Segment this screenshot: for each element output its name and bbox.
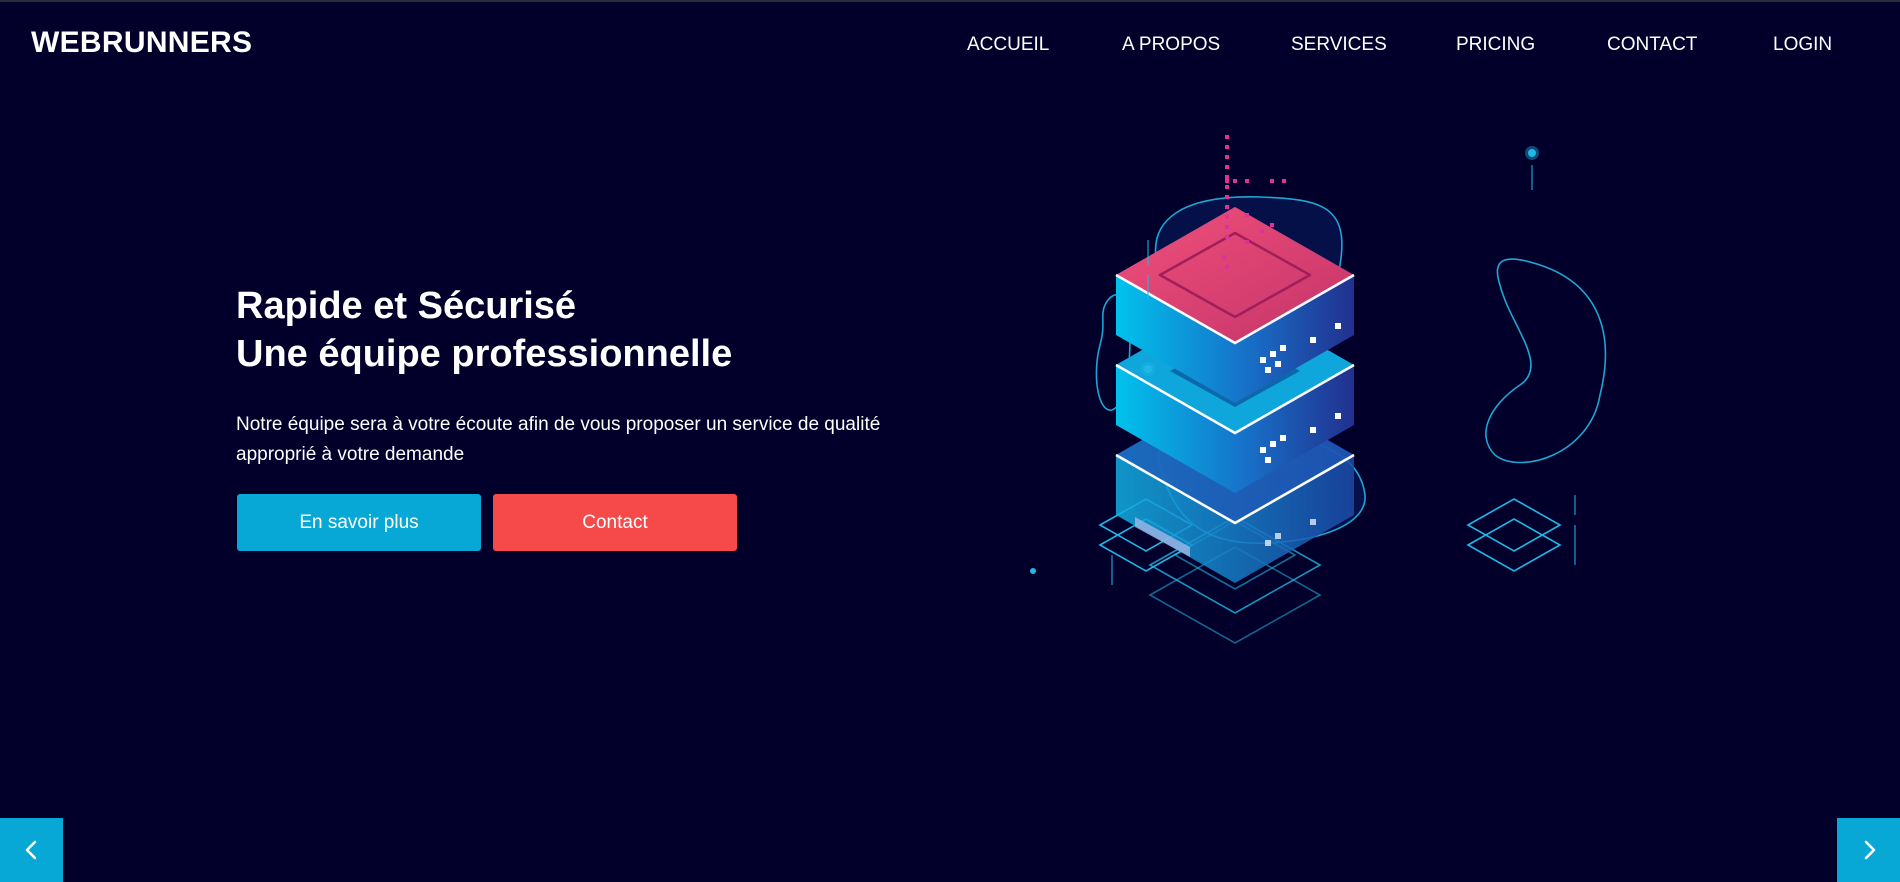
contact-button[interactable]: Contact xyxy=(493,494,737,551)
chevron-right-icon xyxy=(1864,840,1875,860)
learn-more-button[interactable]: En savoir plus xyxy=(237,494,481,551)
nav-item-services[interactable]: SERVICES xyxy=(1291,34,1387,56)
nav-item-accueil[interactable]: ACCUEIL xyxy=(967,34,1049,56)
hero-title-line-2: Une équipe professionnelle xyxy=(236,333,733,375)
server-stack-icon xyxy=(1030,135,1607,644)
main-nav: ACCUEIL A PROPOS SERVICES PRICING CONTAC… xyxy=(0,34,1900,58)
hero-description-line-1: Notre équipe sera à votre écoute afin de… xyxy=(236,414,881,435)
nav-item-contact[interactable]: CONTACT xyxy=(1607,34,1697,56)
nav-item-pricing[interactable]: PRICING xyxy=(1456,34,1535,56)
hero-title: Rapide et Sécurisé Une équipe profession… xyxy=(236,282,732,378)
hero-title-line-1: Rapide et Sécurisé xyxy=(236,285,577,327)
site-header: WEBRUNNERS ACCUEIL A PROPOS SERVICES PRI… xyxy=(0,0,1900,92)
hero-description: Notre équipe sera à votre écoute afin de… xyxy=(236,410,956,470)
carousel-next-button[interactable] xyxy=(1837,818,1900,882)
hero-description-line-2: approprié à votre demande xyxy=(236,444,465,465)
nav-item-login[interactable]: LOGIN xyxy=(1773,34,1832,56)
carousel-prev-button[interactable] xyxy=(0,818,63,882)
nav-item-a-propos[interactable]: A PROPOS xyxy=(1122,34,1220,56)
chevron-left-icon xyxy=(25,840,36,860)
